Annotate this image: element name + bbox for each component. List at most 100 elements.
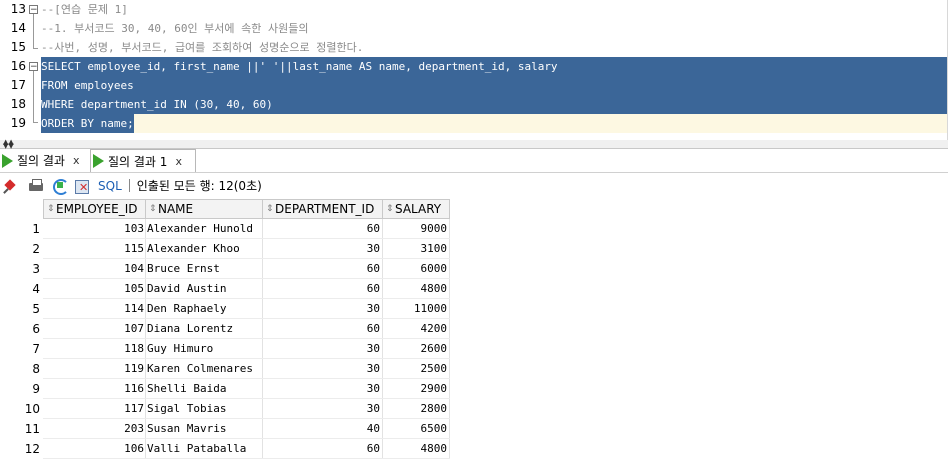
cell-salary[interactable]: 3100 [383, 239, 449, 259]
cell-department-id[interactable]: 60 [263, 259, 382, 279]
column-header-name[interactable]: ⇕ NAME [146, 199, 263, 219]
code-line-selected[interactable]: WHERE department_id IN (30, 40, 60) [41, 95, 948, 114]
line-number: 18 [10, 97, 26, 111]
result-grid[interactable]: ⇕ EMPLOYEE_ID ⇕ NAME ⇕ DEPARTMENT_ID ⇕ S… [0, 199, 948, 465]
tab-close-icon[interactable]: x [175, 155, 182, 168]
table-row[interactable]: 10 117 Sigal Tobias 30 2800 [0, 399, 450, 419]
sort-icon[interactable]: ⇕ [386, 205, 394, 214]
tab-close-icon[interactable]: x [73, 154, 80, 167]
pane-splitter[interactable]: ▲▲ ▼▼ [0, 139, 948, 150]
cell-employee-id[interactable]: 203 [43, 419, 145, 439]
sql-editor[interactable]: 13 14 15 16 17 18 19 − − --[연습 문제 1] --1… [0, 0, 948, 140]
cell-employee-id[interactable]: 105 [43, 279, 145, 299]
cell-department-id[interactable]: 30 [263, 359, 382, 379]
cell-salary[interactable]: 6000 [383, 259, 449, 279]
cell-name[interactable]: Karen Colmenares [146, 359, 262, 379]
table-row[interactable]: 6 107 Diana Lorentz 60 4200 [0, 319, 450, 339]
cell-name[interactable]: Valli Pataballa [146, 439, 262, 459]
fold-guide [33, 14, 34, 48]
sort-icon[interactable]: ⇕ [266, 205, 274, 214]
cell-department-id[interactable]: 30 [263, 379, 382, 399]
line-number: 17 [10, 78, 26, 92]
cell-salary[interactable]: 4800 [383, 439, 449, 459]
cell-name[interactable]: Alexander Hunold [146, 219, 262, 239]
cell-department-id[interactable]: 60 [263, 279, 382, 299]
cell-name[interactable]: Bruce Ernst [146, 259, 262, 279]
table-row[interactable]: 4 105 David Austin 60 4800 [0, 279, 450, 299]
row-number: 3 [32, 262, 40, 276]
cell-employee-id[interactable]: 106 [43, 439, 145, 459]
cell-name[interactable]: Susan Mavris [146, 419, 262, 439]
table-row[interactable]: 2 115 Alexander Khoo 30 3100 [0, 239, 450, 259]
fold-toggle-icon[interactable]: − [29, 5, 38, 15]
table-row[interactable]: 9 116 Shelli Baida 30 2900 [0, 379, 450, 399]
cell-salary[interactable]: 2900 [383, 379, 449, 399]
selected-text: ORDER BY name; [41, 114, 134, 133]
row-number: 10 [24, 402, 40, 416]
code-line-comment[interactable]: --1. 부서코드 30, 40, 60인 부서에 속한 사원들의 [41, 19, 948, 38]
fold-toggle-icon[interactable]: − [29, 62, 38, 72]
tab-query-result-1[interactable]: 질의 결과 1 x [90, 149, 196, 172]
code-line-selected[interactable]: FROM employees [41, 76, 948, 95]
cell-employee-id[interactable]: 119 [43, 359, 145, 379]
cell-department-id[interactable]: 60 [263, 439, 382, 459]
column-header-department-id[interactable]: ⇕ DEPARTMENT_ID [263, 199, 383, 219]
cell-employee-id[interactable]: 115 [43, 239, 145, 259]
table-row[interactable]: 3 104 Bruce Ernst 60 6000 [0, 259, 450, 279]
code-line-current[interactable]: ORDER BY name; [41, 114, 948, 133]
table-row[interactable]: 7 118 Guy Himuro 30 2600 [0, 339, 450, 359]
row-number: 12 [24, 442, 40, 456]
cell-employee-id[interactable]: 117 [43, 399, 145, 419]
cell-employee-id[interactable]: 104 [43, 259, 145, 279]
column-header-employee-id[interactable]: ⇕ EMPLOYEE_ID [43, 199, 146, 219]
cell-salary[interactable]: 2600 [383, 339, 449, 359]
cell-salary[interactable]: 6500 [383, 419, 449, 439]
refresh-icon[interactable] [52, 178, 69, 195]
sort-icon[interactable]: ⇕ [149, 205, 157, 214]
splitter-arrows-icon[interactable]: ▲▲ ▼▼ [3, 139, 14, 150]
cell-salary[interactable]: 4200 [383, 319, 449, 339]
code-line-comment[interactable]: --사번, 성명, 부서코드, 급여를 조회하여 성명순으로 정렬한다. [41, 38, 948, 57]
cell-salary[interactable]: 4800 [383, 279, 449, 299]
cell-department-id[interactable]: 30 [263, 299, 382, 319]
cell-employee-id[interactable]: 103 [43, 219, 145, 239]
table-row[interactable]: 11 203 Susan Mavris 40 6500 [0, 419, 450, 439]
table-row[interactable]: 5 114 Den Raphaely 30 11000 [0, 299, 450, 319]
cell-department-id[interactable]: 30 [263, 239, 382, 259]
cell-department-id[interactable]: 60 [263, 319, 382, 339]
cell-employee-id[interactable]: 114 [43, 299, 145, 319]
cell-name[interactable]: David Austin [146, 279, 262, 299]
tab-query-result[interactable]: 질의 결과 x [0, 149, 88, 172]
print-icon[interactable] [28, 178, 44, 194]
cell-department-id[interactable]: 40 [263, 419, 382, 439]
cell-department-id[interactable]: 30 [263, 399, 382, 419]
cell-name[interactable]: Guy Himuro [146, 339, 262, 359]
cell-name[interactable]: Sigal Tobias [146, 399, 262, 419]
cell-employee-id[interactable]: 107 [43, 319, 145, 339]
column-header-label: NAME [158, 202, 194, 216]
column-header-salary[interactable]: ⇕ SALARY [383, 199, 450, 219]
code-line-comment[interactable]: --[연습 문제 1] [41, 0, 948, 19]
table-row[interactable]: 12 106 Valli Pataballa 60 4800 [0, 439, 450, 459]
table-row[interactable]: 8 119 Karen Colmenares 30 2500 [0, 359, 450, 379]
cell-employee-id[interactable]: 116 [43, 379, 145, 399]
cell-name[interactable]: Den Raphaely [146, 299, 262, 319]
cell-name[interactable]: Alexander Khoo [146, 239, 262, 259]
cell-salary[interactable]: 11000 [383, 299, 449, 319]
cell-employee-id[interactable]: 118 [43, 339, 145, 359]
tab-label: 질의 결과 1 [108, 154, 168, 169]
cell-name[interactable]: Diana Lorentz [146, 319, 262, 339]
cell-department-id[interactable]: 30 [263, 339, 382, 359]
line-number: 14 [10, 21, 26, 35]
code-line-selected[interactable]: SELECT employee_id, first_name ||' '||la… [41, 57, 948, 76]
cell-salary[interactable]: 9000 [383, 219, 449, 239]
pin-icon[interactable] [4, 178, 20, 194]
table-row[interactable]: 1 103 Alexander Hunold 60 9000 [0, 219, 450, 239]
cell-salary[interactable]: 2800 [383, 399, 449, 419]
sql-button[interactable]: SQL [98, 179, 122, 193]
cell-name[interactable]: Shelli Baida [146, 379, 262, 399]
cell-department-id[interactable]: 60 [263, 219, 382, 239]
export-icon[interactable] [74, 178, 90, 194]
sort-icon[interactable]: ⇕ [47, 205, 55, 214]
cell-salary[interactable]: 2500 [383, 359, 449, 379]
